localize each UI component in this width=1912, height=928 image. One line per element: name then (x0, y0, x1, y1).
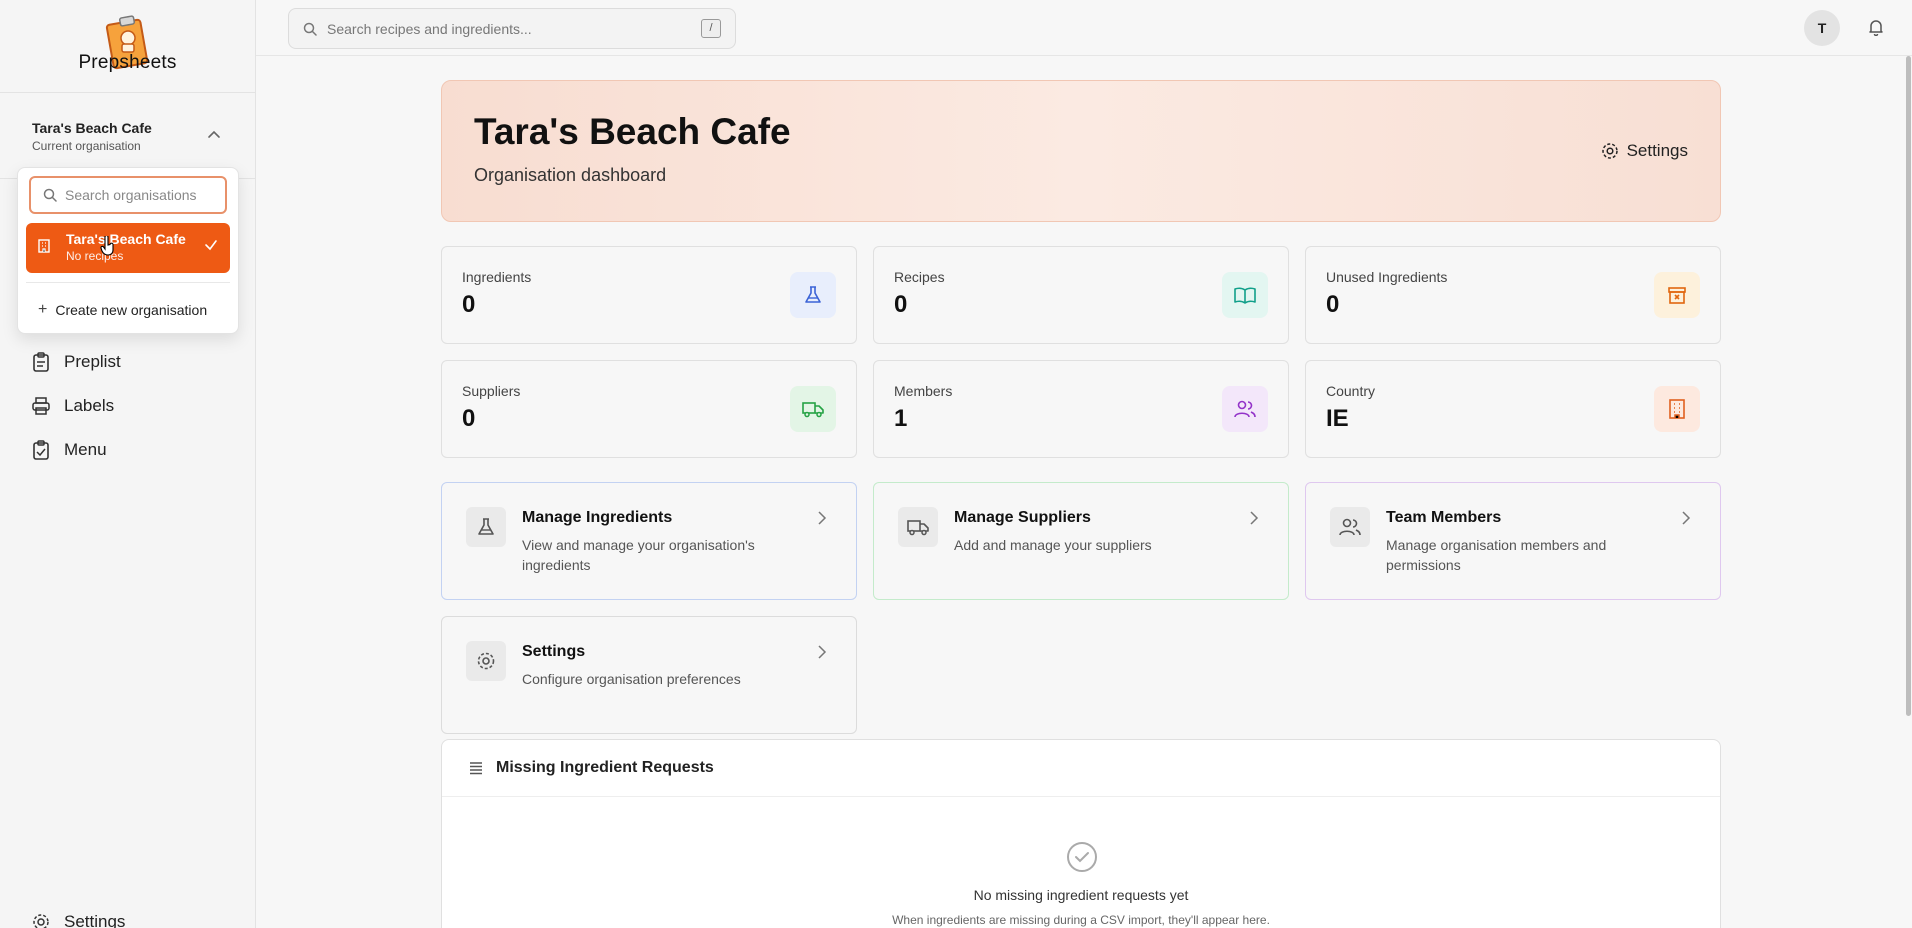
stat-card-suppliers: Suppliers 0 (441, 360, 857, 458)
search-icon (303, 22, 317, 36)
chevron-right-icon (1682, 511, 1691, 525)
search-icon (43, 188, 57, 202)
stat-label: Recipes (894, 269, 945, 285)
sidebar-item-label: Labels (64, 396, 115, 415)
stat-value: 0 (462, 405, 476, 432)
stat-card-country: Country IE (1305, 360, 1721, 458)
clipboard-icon (33, 352, 49, 372)
stat-value: 1 (894, 405, 908, 432)
org-option[interactable]: Tara's Beach Cafe No recipes (26, 223, 230, 273)
stat-label: Country (1326, 383, 1376, 399)
sidebar: Prepsheets Tara's Beach Cafe Current org… (0, 0, 256, 928)
gear-icon (33, 914, 49, 928)
missing-ingredient-requests-panel: Missing Ingredient Requests No missing i… (441, 739, 1721, 928)
truck-icon (790, 386, 836, 432)
gear-icon (466, 641, 506, 681)
sidebar-nav: Preplist Labels Menu (0, 340, 256, 472)
stat-value: 0 (462, 291, 476, 318)
app-logo[interactable]: Prepsheets (0, 0, 255, 93)
app-name: Prepsheets (78, 52, 177, 73)
team-members-card[interactable]: Team Members Manage organisation members… (1305, 482, 1721, 600)
card-description: Add and manage your suppliers (954, 537, 1152, 553)
stat-value: 0 (1326, 291, 1340, 318)
building-icon (1654, 386, 1700, 432)
card-description: View and manage your organisation's ingr… (522, 537, 755, 573)
settings-card[interactable]: Settings Configure organisation preferen… (441, 616, 857, 734)
page-scrollbar[interactable] (1904, 56, 1912, 716)
building-icon (38, 239, 50, 253)
manage-suppliers-card[interactable]: Manage Suppliers Add and manage your sup… (873, 482, 1289, 600)
panel-title: Missing Ingredient Requests (496, 759, 714, 776)
empty-state-title: No missing ingredient requests yet (973, 887, 1189, 903)
manage-ingredients-card[interactable]: Manage Ingredients View and manage your … (441, 482, 857, 600)
gear-icon (1601, 143, 1618, 159)
card-description: Manage organisation members and permissi… (1386, 537, 1607, 573)
create-organisation-label: Create new organisation (55, 302, 208, 318)
printer-icon (32, 397, 50, 415)
hero-settings-button[interactable]: Settings (1601, 141, 1688, 161)
stat-label: Ingredients (462, 269, 532, 285)
sidebar-item-preplist[interactable]: Preplist (0, 340, 256, 384)
dropdown-divider (26, 282, 230, 283)
card-title: Manage Ingredients (522, 509, 673, 526)
page-subtitle: Organisation dashboard (474, 165, 667, 185)
org-switcher-subtitle: Current organisation (32, 139, 141, 153)
org-search-input[interactable] (65, 187, 215, 203)
sidebar-item-label: Settings (64, 912, 126, 928)
users-icon (1330, 507, 1370, 547)
stat-value: IE (1326, 405, 1349, 432)
org-hero-banner: Tara's Beach Cafe Organisation dashboard… (441, 80, 1721, 222)
global-search[interactable]: / (288, 8, 736, 49)
chevron-right-icon (818, 645, 827, 659)
sidebar-item-labels[interactable]: Labels (0, 384, 256, 428)
stat-card-ingredients: Ingredients 0 (441, 246, 857, 344)
truck-icon (898, 507, 938, 547)
scrollbar-thumb[interactable] (1906, 56, 1911, 716)
card-title: Team Members (1386, 509, 1502, 526)
chevron-up-icon[interactable] (207, 128, 221, 142)
users-icon (1222, 386, 1268, 432)
check-icon (205, 240, 217, 251)
global-search-input[interactable] (327, 20, 687, 37)
sidebar-item-settings[interactable]: Settings (32, 912, 125, 928)
page-title: Tara's Beach Cafe (474, 111, 791, 152)
card-title: Manage Suppliers (954, 509, 1091, 526)
sidebar-item-label: Menu (64, 440, 107, 459)
hand-cursor-icon (100, 236, 114, 256)
top-bar: / T (256, 0, 1912, 56)
sidebar-item-menu[interactable]: Menu (0, 428, 256, 472)
chevron-right-icon (1250, 511, 1259, 525)
org-switcher-name: Tara's Beach Cafe (32, 120, 152, 136)
archive-x-icon (1654, 272, 1700, 318)
org-dropdown: Tara's Beach Cafe No recipes + Create ne… (17, 167, 239, 334)
hero-settings-label: Settings (1626, 141, 1688, 160)
create-organisation-button[interactable]: + Create new organisation (38, 301, 207, 319)
flask-icon (466, 507, 506, 547)
flask-icon (790, 272, 836, 318)
sidebar-item-label: Preplist (64, 352, 121, 371)
empty-state-subtitle: When ingredients are missing during a CS… (892, 913, 1270, 927)
check-circle-icon (1067, 842, 1097, 872)
search-shortcut-key: / (701, 19, 721, 38)
stat-card-members: Members 1 (873, 360, 1289, 458)
book-open-icon (1222, 272, 1268, 318)
card-description: Configure organisation preferences (522, 671, 741, 687)
card-title: Settings (522, 643, 586, 660)
menu-book-icon (33, 440, 49, 460)
panel-header: Missing Ingredient Requests (442, 740, 1720, 797)
bell-icon[interactable] (1867, 18, 1885, 36)
org-search-field[interactable] (29, 176, 227, 214)
stat-label: Suppliers (462, 383, 521, 399)
stat-label: Unused Ingredients (1326, 269, 1448, 285)
list-icon (470, 762, 482, 775)
stat-card-recipes: Recipes 0 (873, 246, 1289, 344)
chevron-right-icon (818, 511, 827, 525)
stat-card-unused-ingredients: Unused Ingredients 0 (1305, 246, 1721, 344)
stat-label: Members (894, 383, 953, 399)
plus-icon: + (38, 301, 48, 318)
stat-value: 0 (894, 291, 908, 318)
user-avatar[interactable]: T (1804, 10, 1840, 46)
